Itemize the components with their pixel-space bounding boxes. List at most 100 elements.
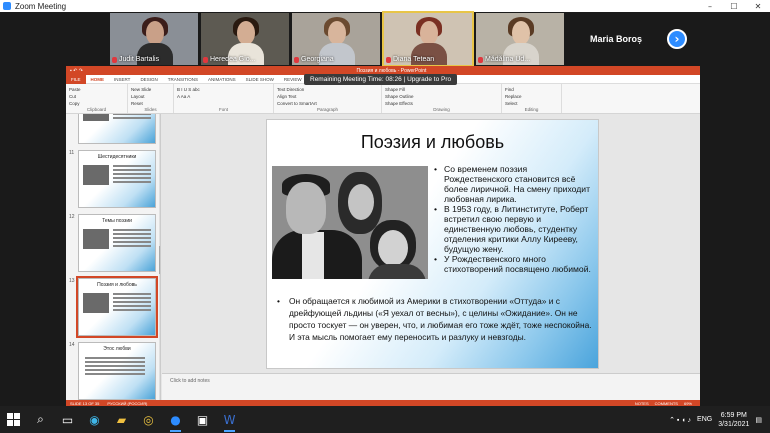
tab-review[interactable]: REVIEW xyxy=(279,77,307,82)
slide-number: 11 xyxy=(69,150,75,156)
layout-button[interactable]: Layout xyxy=(131,93,170,100)
notification-icon[interactable]: ▤ xyxy=(755,416,762,424)
muted-mic-icon xyxy=(294,56,299,63)
paste-button[interactable]: Paste xyxy=(69,86,124,93)
ribbon-group-clipboard: Paste Cut Copy Clipboard xyxy=(66,84,128,113)
reset-button[interactable]: Reset xyxy=(131,100,170,107)
copy-button[interactable]: Copy xyxy=(69,100,124,107)
participant-tile[interactable]: Georgiana xyxy=(292,13,380,65)
text-direction-button[interactable]: Text Direction xyxy=(277,86,378,93)
zoom-level[interactable]: 69% xyxy=(684,401,692,406)
participant-name: Georgiana xyxy=(301,56,334,63)
start-icon[interactable] xyxy=(0,406,27,433)
font-size-buttons[interactable]: A Aa A xyxy=(177,93,270,100)
window-titlebar: Zoom Meeting – ☐ ✕ xyxy=(0,0,770,12)
word-icon[interactable]: W xyxy=(216,406,243,433)
slide-thumbnail-pane: 11 Шестидесятники 12 Темы поэзии 13 Поэз… xyxy=(66,114,161,400)
zoom-logo-icon xyxy=(3,2,11,10)
slide-thumbnail-selected[interactable]: 13 Поэзия и любовь xyxy=(68,276,160,338)
task-view-icon[interactable]: ▭ xyxy=(54,406,81,433)
shape-effects-button[interactable]: Shape Effects xyxy=(385,100,498,107)
ribbon-group-paragraph: Text Direction Align Text Convert to Sma… xyxy=(274,84,382,113)
ppt-workspace: 11 Шестидесятники 12 Темы поэзии 13 Поэз… xyxy=(66,114,700,400)
tab-home[interactable]: HOME xyxy=(86,77,110,82)
cut-button[interactable]: Cut xyxy=(69,93,124,100)
participant-tile[interactable]: Judit Bartalis xyxy=(110,13,198,65)
new-slide-button[interactable]: New Slide xyxy=(131,86,170,93)
slide-number: 12 xyxy=(69,214,75,220)
participant-tile-active-speaker[interactable]: Diana Tetean xyxy=(382,11,474,67)
participant-name: Heredea Gio... xyxy=(210,56,256,63)
thumbnail-title: Поэзия и любовь xyxy=(97,282,137,288)
group-label: Clipboard xyxy=(86,107,107,112)
participant-gallery: Judit Bartalis Heredea Gio... Georgiana … xyxy=(0,11,770,67)
window-title: Zoom Meeting xyxy=(15,1,67,11)
window-controls: – ☐ ✕ xyxy=(698,2,770,11)
ribbon-home: Paste Cut Copy Clipboard New Slide Layou… xyxy=(66,84,700,114)
replace-button[interactable]: Replace xyxy=(505,93,558,100)
find-button[interactable]: Find xyxy=(505,86,558,93)
shape-outline-button[interactable]: Shape Outline xyxy=(385,93,498,100)
ribbon-group-editing: Find Replace Select Editing xyxy=(502,84,562,113)
comments-button[interactable]: COMMENTS xyxy=(655,401,678,406)
notes-placeholder: Click to add notes xyxy=(170,378,210,384)
tab-slide-show[interactable]: SLIDE SHOW xyxy=(241,77,279,82)
language-indicator[interactable]: ENG xyxy=(697,416,712,423)
tab-transitions[interactable]: TRANSITIONS xyxy=(163,77,203,82)
thumbnail-title: Этос любви xyxy=(103,346,131,352)
shape-fill-button[interactable]: Shape Fill xyxy=(385,86,498,93)
taskbar-clock[interactable]: 6:59 PM 3/31/2021 xyxy=(718,411,749,429)
group-label: Font xyxy=(218,107,228,112)
current-slide[interactable]: Поэзия и любовь Со временем поэзия Рожде… xyxy=(266,119,599,369)
group-label: Editing xyxy=(524,107,539,112)
tray-icons[interactable]: ⌃ ▪ ◖ ♪ xyxy=(669,416,691,424)
participant-tile[interactable]: Mădălina Ud... xyxy=(476,13,564,65)
ribbon-group-drawing: Shape Fill Shape Outline Shape Effects D… xyxy=(382,84,502,113)
clock-time: 6:59 PM xyxy=(720,411,747,419)
chevron-right-icon[interactable]: › xyxy=(667,29,687,49)
minimize-button[interactable]: – xyxy=(698,2,722,11)
muted-mic-icon xyxy=(112,56,117,63)
slide-number: 13 xyxy=(69,278,75,284)
clock-date: 3/31/2021 xyxy=(718,420,750,428)
zoom-icon[interactable]: ● xyxy=(162,406,189,433)
system-tray: ⌃ ▪ ◖ ♪ ENG 6:59 PM 3/31/2021 ▤ xyxy=(669,411,770,429)
muted-mic-icon xyxy=(386,56,391,63)
close-button[interactable]: ✕ xyxy=(746,2,770,11)
tab-insert[interactable]: INSERT xyxy=(109,77,135,82)
ribbon-group-font: B I U S abc A Aa A Font xyxy=(174,84,274,113)
chrome-icon[interactable]: ◎ xyxy=(135,406,162,433)
slide-thumbnail[interactable]: 12 Темы поэзии xyxy=(68,214,160,274)
language-indicator[interactable]: РУССКИЙ (РОССИЯ) xyxy=(107,401,147,406)
meeting-time-banner[interactable]: Remaining Meeting Time: 08:26 | Upgrade … xyxy=(304,74,458,85)
search-icon[interactable]: ⌕ xyxy=(27,406,54,433)
slide-thumbnail[interactable]: 11 Шестидесятники xyxy=(68,150,160,210)
muted-mic-icon xyxy=(478,56,483,63)
slide-title: Поэзия и любовь xyxy=(360,132,505,152)
participant-name: Mădălina Ud... xyxy=(485,56,531,63)
font-style-buttons[interactable]: B I U S abc xyxy=(177,86,270,93)
convert-smartart-button[interactable]: Convert to SmartArt xyxy=(277,100,378,107)
save-icon[interactable]: ▪ ↶ ↷ xyxy=(70,68,83,74)
select-button[interactable]: Select xyxy=(505,100,558,107)
maximize-button[interactable]: ☐ xyxy=(722,2,746,11)
notes-button[interactable]: NOTES xyxy=(635,401,649,406)
edge-icon[interactable]: ◉ xyxy=(81,406,108,433)
slide-thumbnail[interactable] xyxy=(68,114,160,146)
windows-taskbar: ⌕ ▭ ◉ ▰ ◎ ● ▣ W ⌃ ▪ ◖ ♪ ENG 6:59 PM 3/31… xyxy=(0,406,770,433)
slide-bullet-bottom: Он обращается к любимой из Америки в сти… xyxy=(273,295,595,343)
slide-photo xyxy=(272,166,428,279)
tab-animations[interactable]: ANIMATIONS xyxy=(203,77,241,82)
notes-pane[interactable]: Click to add notes xyxy=(162,373,700,400)
tab-design[interactable]: DESIGN xyxy=(135,77,162,82)
tab-file[interactable]: FILE xyxy=(66,74,86,84)
align-text-button[interactable]: Align Text xyxy=(277,93,378,100)
store-icon[interactable]: ▣ xyxy=(189,406,216,433)
slide-thumbnail[interactable]: 14 Этос любви xyxy=(68,342,160,400)
overflow-participant-name[interactable]: Maria Boroș xyxy=(590,34,642,44)
bullet-item: Со временем поэзия Рождественского стано… xyxy=(432,164,596,204)
file-explorer-icon[interactable]: ▰ xyxy=(108,406,135,433)
participant-tile[interactable]: Heredea Gio... xyxy=(201,13,289,65)
bullet-item: У Рождественского много стихотворений по… xyxy=(432,254,596,274)
thumbnail-scrollbar[interactable] xyxy=(159,114,160,400)
